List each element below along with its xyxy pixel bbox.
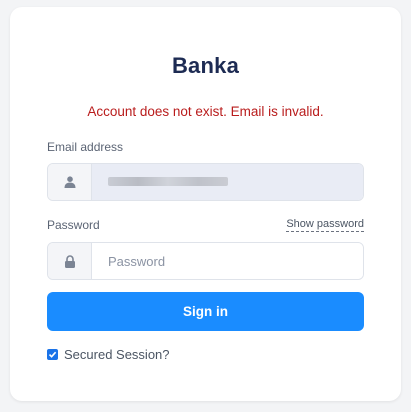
checkmark-icon bbox=[48, 351, 57, 358]
email-label: Email address bbox=[47, 140, 124, 154]
login-card: Banka Account does not exist. Email is i… bbox=[10, 7, 401, 401]
password-input[interactable] bbox=[92, 243, 363, 279]
lock-icon bbox=[48, 243, 92, 279]
secured-session-row[interactable]: Secured Session? bbox=[47, 347, 170, 362]
user-icon bbox=[48, 164, 92, 200]
password-label: Password bbox=[47, 218, 100, 232]
show-password-link[interactable]: Show password bbox=[286, 218, 364, 232]
sign-in-button[interactable]: Sign in bbox=[47, 292, 364, 331]
password-field-group bbox=[47, 242, 364, 280]
error-message: Account does not exist. Email is invalid… bbox=[87, 104, 324, 119]
secured-session-checkbox[interactable] bbox=[47, 349, 58, 360]
secured-session-label: Secured Session? bbox=[64, 347, 170, 362]
email-field-group bbox=[47, 163, 364, 201]
email-input[interactable] bbox=[92, 164, 363, 200]
page-title: Banka bbox=[171, 53, 240, 78]
